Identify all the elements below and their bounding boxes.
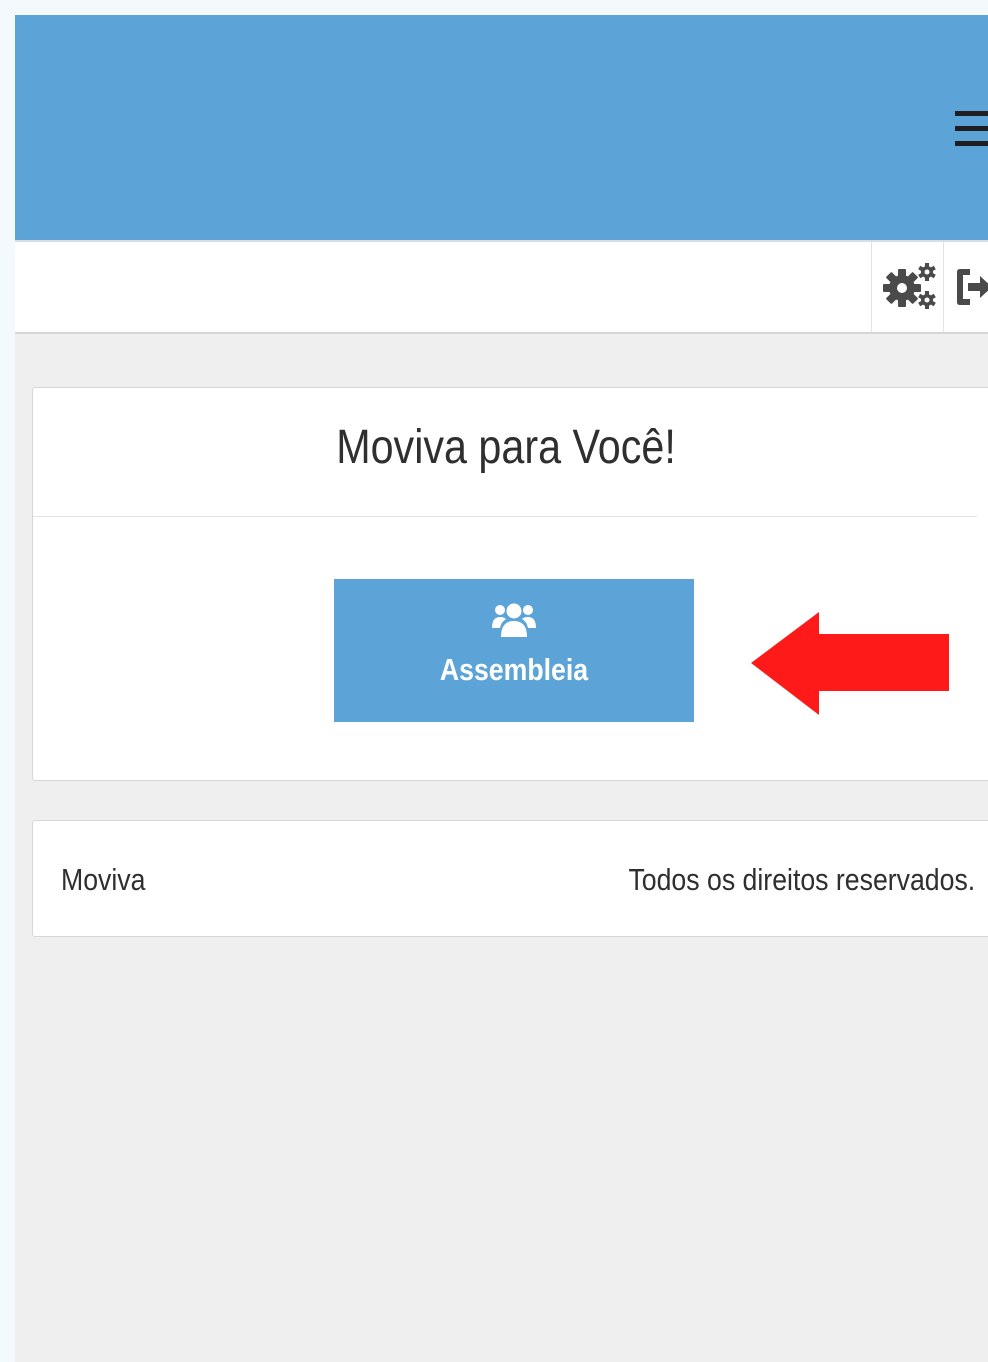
users-icon (492, 603, 536, 637)
sign-out-icon (957, 269, 988, 305)
assembleia-button[interactable]: Assembleia (334, 579, 694, 722)
footer: Moviva Todos os direitos reservados. (32, 820, 988, 937)
settings-button[interactable] (871, 242, 943, 332)
red-arrow-annotation (751, 612, 949, 715)
moviva-panel: Moviva para Você! Assembleia (32, 387, 988, 781)
hamburger-icon[interactable] (955, 111, 988, 151)
gears-icon (883, 263, 936, 309)
app-window: Moviva para Você! Assembleia Moviva Todo… (15, 15, 988, 1362)
footer-rights: Todos os direitos reservados. (628, 862, 975, 897)
panel-title: Moviva para Você! (336, 421, 676, 474)
footer-brand: Moviva (61, 862, 146, 897)
assembleia-label: Assembleia (439, 652, 589, 687)
logout-button[interactable] (943, 242, 988, 332)
panel-divider (33, 516, 977, 517)
toolbar (15, 240, 988, 334)
top-header (15, 15, 988, 240)
